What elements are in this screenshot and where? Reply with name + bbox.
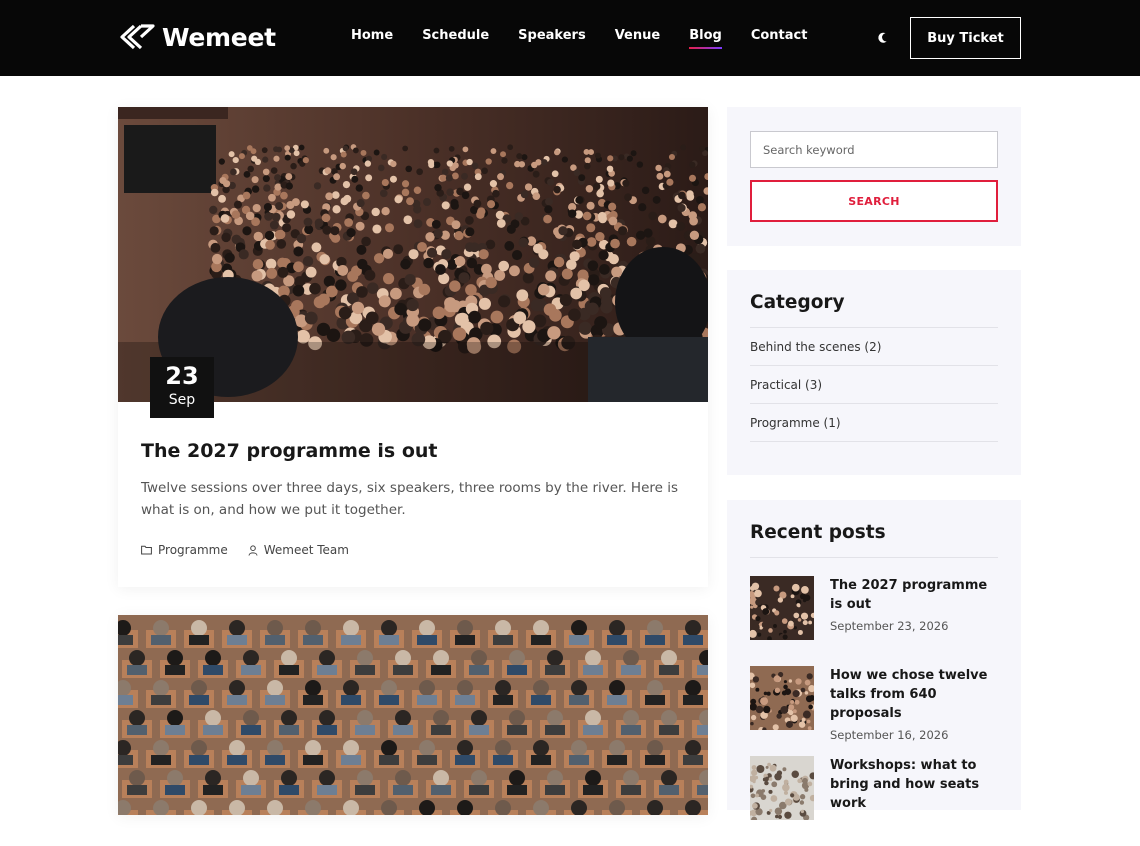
category-item-practical[interactable]: Practical (3) — [750, 366, 998, 404]
recent-post-title: How we chose twelve talks from 640 propo… — [830, 668, 988, 721]
category-widget: Category Behind the scenes (2) Practical… — [727, 270, 1021, 475]
blog-post-card — [118, 615, 708, 815]
post-date-day: 23 — [165, 362, 199, 390]
blog-post-card: 23 Sep The 2027 programme is out Twelve … — [118, 107, 708, 587]
category-item-programme[interactable]: Programme (1) — [750, 404, 998, 442]
nav-venue[interactable]: Venue — [615, 28, 661, 43]
theme-toggle-button[interactable] — [874, 29, 892, 47]
recent-post-title: Workshops: what to bring and how seats w… — [830, 758, 980, 811]
nav-home[interactable]: Home — [351, 28, 393, 43]
nav-contact[interactable]: Contact — [751, 28, 808, 43]
recent-post-date: September 23, 2026 — [830, 619, 949, 633]
search-button[interactable]: SEARCH — [750, 180, 998, 222]
post-excerpt: Twelve sessions over three days, six spe… — [141, 480, 679, 518]
recent-posts-list: The 2027 programme is out September 23, … — [750, 576, 998, 846]
moon-icon — [878, 32, 887, 43]
recent-post-date: September 16, 2026 — [830, 728, 949, 742]
search-widget: SEARCH — [727, 107, 1021, 246]
category-title: Category — [750, 292, 845, 313]
recent-post-thumbnail — [750, 756, 814, 820]
post-category-link[interactable]: Programme — [141, 543, 228, 557]
post-image[interactable] — [118, 615, 708, 815]
recent-post-item[interactable]: How we chose twelve talks from 640 propo… — [750, 666, 998, 756]
post-meta: Programme Wemeet Team — [141, 543, 369, 557]
search-input[interactable] — [750, 131, 998, 168]
lecture-hall-photo — [118, 615, 708, 815]
logo-icon — [120, 24, 155, 50]
post-author-label: Wemeet Team — [263, 543, 349, 557]
recent-post-thumbnail — [750, 666, 814, 730]
recent-posts-title: Recent posts — [750, 522, 886, 543]
recent-post-title: The 2027 programme is out — [830, 578, 988, 612]
post-author-link[interactable]: Wemeet Team — [248, 543, 349, 557]
category-list: Behind the scenes (2) Practical (3) Prog… — [750, 328, 998, 442]
nav-speakers[interactable]: Speakers — [518, 28, 586, 43]
buy-ticket-button[interactable]: Buy Ticket — [910, 17, 1021, 59]
post-title[interactable]: The 2027 programme is out — [141, 440, 438, 462]
nav-blog[interactable]: Blog — [689, 28, 722, 49]
divider — [750, 557, 998, 558]
recent-post-item[interactable]: Workshops: what to bring and how seats w… — [750, 756, 998, 846]
category-item-behind-the-scenes[interactable]: Behind the scenes (2) — [750, 328, 998, 366]
folder-icon — [141, 545, 152, 555]
brand-name: Wemeet — [162, 22, 276, 52]
post-category-label: Programme — [158, 543, 228, 557]
nav-schedule[interactable]: Schedule — [422, 28, 489, 43]
post-date-badge: 23 Sep — [150, 357, 214, 418]
main-nav: Home Schedule Speakers Venue Blog Contac… — [351, 28, 836, 49]
recent-post-item[interactable]: The 2027 programme is out September 23, … — [750, 576, 998, 666]
recent-posts-widget: Recent posts The 2027 programme is out S… — [727, 500, 1021, 820]
user-icon — [248, 544, 258, 556]
brand-logo[interactable]: Wemeet — [119, 20, 276, 54]
post-date-month: Sep — [168, 392, 196, 408]
recent-post-thumbnail — [750, 576, 814, 640]
site-header: Wemeet Home Schedule Speakers Venue Blog… — [0, 0, 1140, 76]
